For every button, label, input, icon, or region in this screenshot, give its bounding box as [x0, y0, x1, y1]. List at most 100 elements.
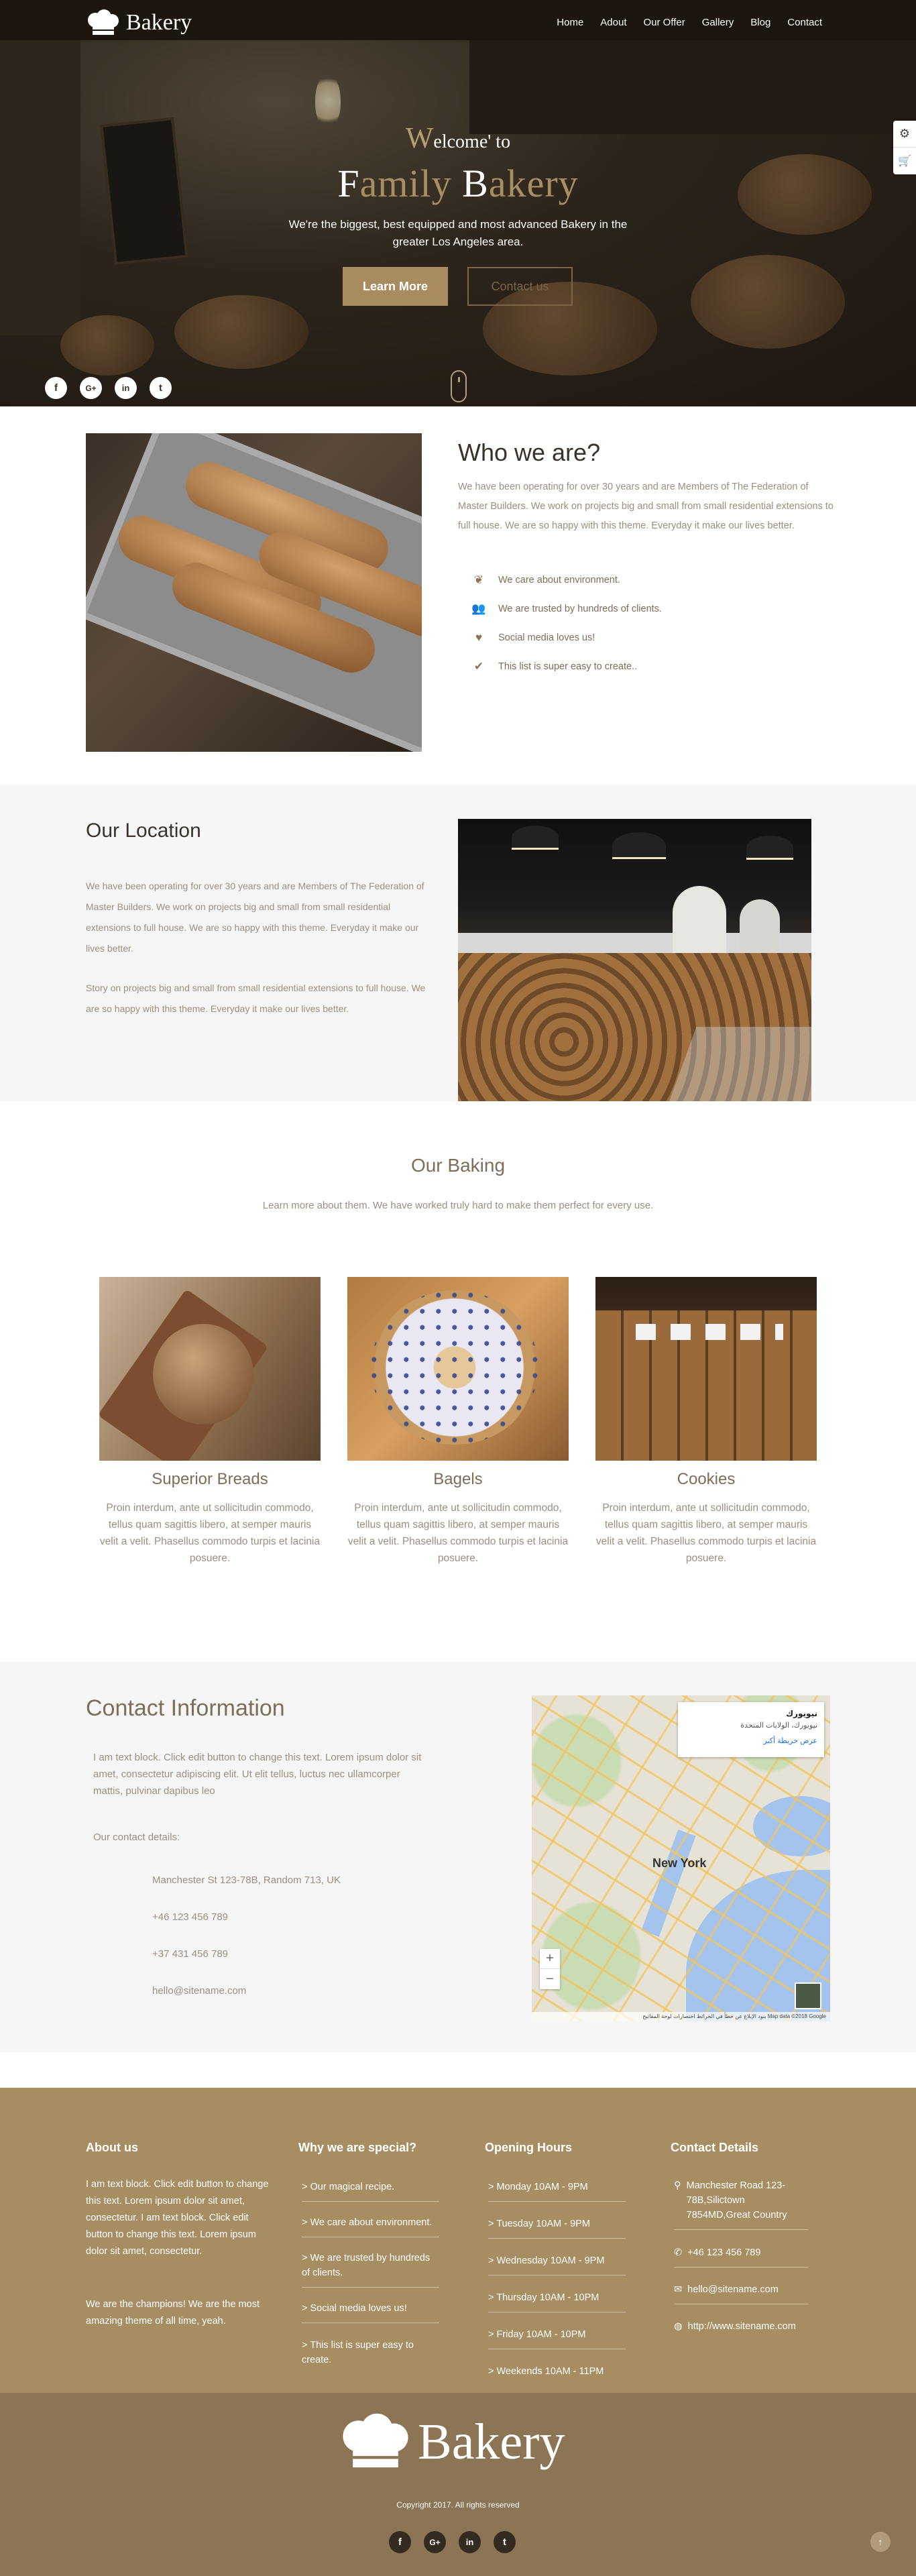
footer-social-links: f G+ in t — [389, 2531, 516, 2553]
who-item-label: Social media loves us! — [498, 632, 595, 643]
footer-about-text: I am text block. Click edit button to ch… — [86, 2179, 269, 2257]
map-zoom-controls: + − — [540, 1949, 560, 1989]
footer-hours-item: > Tuesday 10AM - 9PM — [488, 2217, 626, 2239]
footer-hours-item: > Monday 10AM - 9PM — [488, 2180, 626, 2202]
hero-section: Bakery Home Adout Our Offer Gallery Blog… — [0, 0, 916, 406]
who-text: We have been operating for over 30 years… — [458, 482, 834, 531]
map-city-label: New York — [652, 1856, 707, 1870]
google-plus-icon[interactable]: G+ — [424, 2531, 446, 2553]
baking-subtitle: Learn more about them. We have worked tr… — [262, 1200, 654, 1211]
settings-gear-icon[interactable]: ⚙ — [893, 121, 916, 148]
nav-home[interactable]: Home — [557, 17, 583, 28]
google-plus-icon[interactable]: G+ — [80, 377, 102, 399]
footer-special-title: Why we are special? — [298, 2141, 417, 2154]
map-marker-icon: ⚲ — [674, 2180, 681, 2191]
linkedin-icon[interactable]: in — [459, 2531, 481, 2553]
zoom-in-button[interactable]: + — [540, 1949, 560, 1969]
google-map[interactable]: New York نيويورك نيويورك، الولايات المتح… — [532, 1695, 830, 2021]
side-toolbar: ⚙ 🛒 — [893, 121, 916, 174]
footer-hours-item: > Wednesday 10AM - 9PM — [488, 2253, 626, 2276]
baker-figure — [740, 899, 780, 960]
footer-address-text: Manchester Road 123-78B,Silictown 7854MD… — [686, 2180, 787, 2221]
bagel-topping — [371, 1290, 538, 1445]
map-popup-address: نيويورك، الولايات المتحدة — [740, 1722, 817, 1730]
footer-special-item: > We care about environment. — [302, 2215, 439, 2237]
twitter-icon[interactable]: t — [150, 377, 172, 399]
contact-text: I am text block. Click edit button to ch… — [93, 1752, 422, 1797]
bread-card-photo — [99, 1277, 321, 1461]
envelope-icon: ✉ — [674, 2284, 683, 2295]
bagel-card-photo — [347, 1277, 569, 1461]
who-photo — [86, 433, 422, 752]
nav-our-offer[interactable]: Our Offer — [644, 17, 685, 28]
facebook-icon[interactable]: f — [45, 377, 67, 399]
footer-email[interactable]: ✉ hello@sitename.com — [674, 2282, 808, 2304]
contact-us-button[interactable]: Contact us — [467, 267, 573, 306]
users-icon: 👥 — [471, 602, 486, 615]
cookie-card-photo — [595, 1277, 817, 1461]
globe-icon: ◍ — [674, 2321, 683, 2332]
location-text-2: Story on projects big and small from sma… — [86, 983, 426, 1014]
nav-blog[interactable]: Blog — [750, 17, 770, 28]
nav-about[interactable]: Adout — [600, 17, 626, 28]
bread-loaf — [153, 1324, 253, 1424]
footer-special-item: > We are trusted by hundreds of clients. — [302, 2251, 439, 2288]
cart-icon[interactable]: 🛒 — [893, 148, 916, 174]
who-item-label: We care about environment. — [498, 575, 620, 585]
zoom-out-button[interactable]: − — [540, 1969, 560, 1989]
footer-special-item: > Social media loves us! — [302, 2301, 439, 2323]
hero-title-initial-b: B — [462, 162, 489, 205]
map-satellite-toggle[interactable] — [795, 1982, 821, 2009]
contact-phone-1[interactable]: +46 123 456 789 — [152, 1908, 228, 1927]
who-item-label: This list is super easy to create.. — [498, 661, 638, 672]
hero-welcome: Welcome' to — [0, 121, 916, 155]
card-text-bagels: Proin interdum, ante ut sollicitudin com… — [347, 1502, 569, 1564]
learn-more-button[interactable]: Learn More — [343, 267, 448, 306]
hero-welcome-rest: elcome' to — [433, 131, 511, 152]
facebook-icon[interactable]: f — [389, 2531, 411, 2553]
footer-details-title: Contact Details — [671, 2141, 759, 2154]
contact-details-label: Our contact details: — [93, 1832, 180, 1843]
who-item: ❦ We care about environment. — [471, 573, 620, 587]
contact-title: Contact Information — [86, 1695, 285, 1721]
chef-hat-icon — [88, 9, 119, 35]
hero-title-part: amily — [359, 162, 463, 205]
footer-about-title: About us — [86, 2141, 138, 2154]
footer-web[interactable]: ◍ http://www.sitename.com — [674, 2319, 808, 2341]
footer-email-text: hello@sitename.com — [687, 2284, 779, 2295]
footer-hours-item: > Friday 10AM - 10PM — [488, 2327, 626, 2349]
scroll-down-icon[interactable] — [451, 370, 467, 402]
phone-icon: ✆ — [674, 2247, 683, 2258]
footer-logo[interactable]: Bakery — [339, 2413, 565, 2471]
who-item: 👥 We are trusted by hundreds of clients. — [471, 602, 662, 616]
footer-phone[interactable]: ✆ +46 123 456 789 — [674, 2245, 808, 2267]
hero-title-initial-f: F — [337, 162, 360, 205]
hero-welcome-initial: W — [405, 121, 434, 154]
baker-figure — [673, 886, 726, 960]
twitter-icon[interactable]: t — [494, 2531, 516, 2553]
nav-gallery[interactable]: Gallery — [702, 17, 734, 28]
heart-icon: ♥ — [475, 631, 483, 644]
baking-title: Our Baking — [410, 1155, 506, 1176]
nav-contact[interactable]: Contact — [787, 17, 822, 28]
back-to-top-icon[interactable]: ↑ — [870, 2532, 891, 2552]
footer-address: ⚲ Manchester Road 123-78B,Silictown 7854M… — [674, 2178, 808, 2230]
check-icon: ✔ — [473, 660, 484, 673]
footer-hours-item: > Weekends 10AM - 11PM — [488, 2366, 604, 2377]
contact-email[interactable]: hello@sitename.com — [152, 1982, 246, 2001]
brand-name: Bakery — [126, 10, 192, 35]
who-title: Who we are? — [458, 439, 601, 466]
linkedin-icon[interactable]: in — [115, 377, 137, 399]
map-info-popup: نيويورك نيويورك، الولايات المتحدة عرض خر… — [678, 1702, 824, 1757]
footer-brand-name: Bakery — [418, 2414, 565, 2470]
map-attribution: Map data ©2018 Google بنود الإبلاغ عن خط… — [532, 2012, 830, 2021]
who-item: ♥ Social media loves us! — [471, 631, 595, 645]
leaf-icon: ❦ — [473, 573, 484, 586]
brand-logo[interactable]: Bakery — [86, 9, 192, 36]
map-larger-link[interactable]: عرض خريطة أكبر — [685, 1736, 817, 1745]
hero-title: Family Bakery — [0, 161, 916, 206]
hero-social-links: f G+ in t — [45, 377, 172, 399]
contact-phone-2[interactable]: +37 431 456 789 — [152, 1945, 228, 1964]
main-nav: Home Adout Our Offer Gallery Blog Contac… — [540, 17, 822, 28]
who-item: ✔ This list is super easy to create.. — [471, 660, 637, 673]
